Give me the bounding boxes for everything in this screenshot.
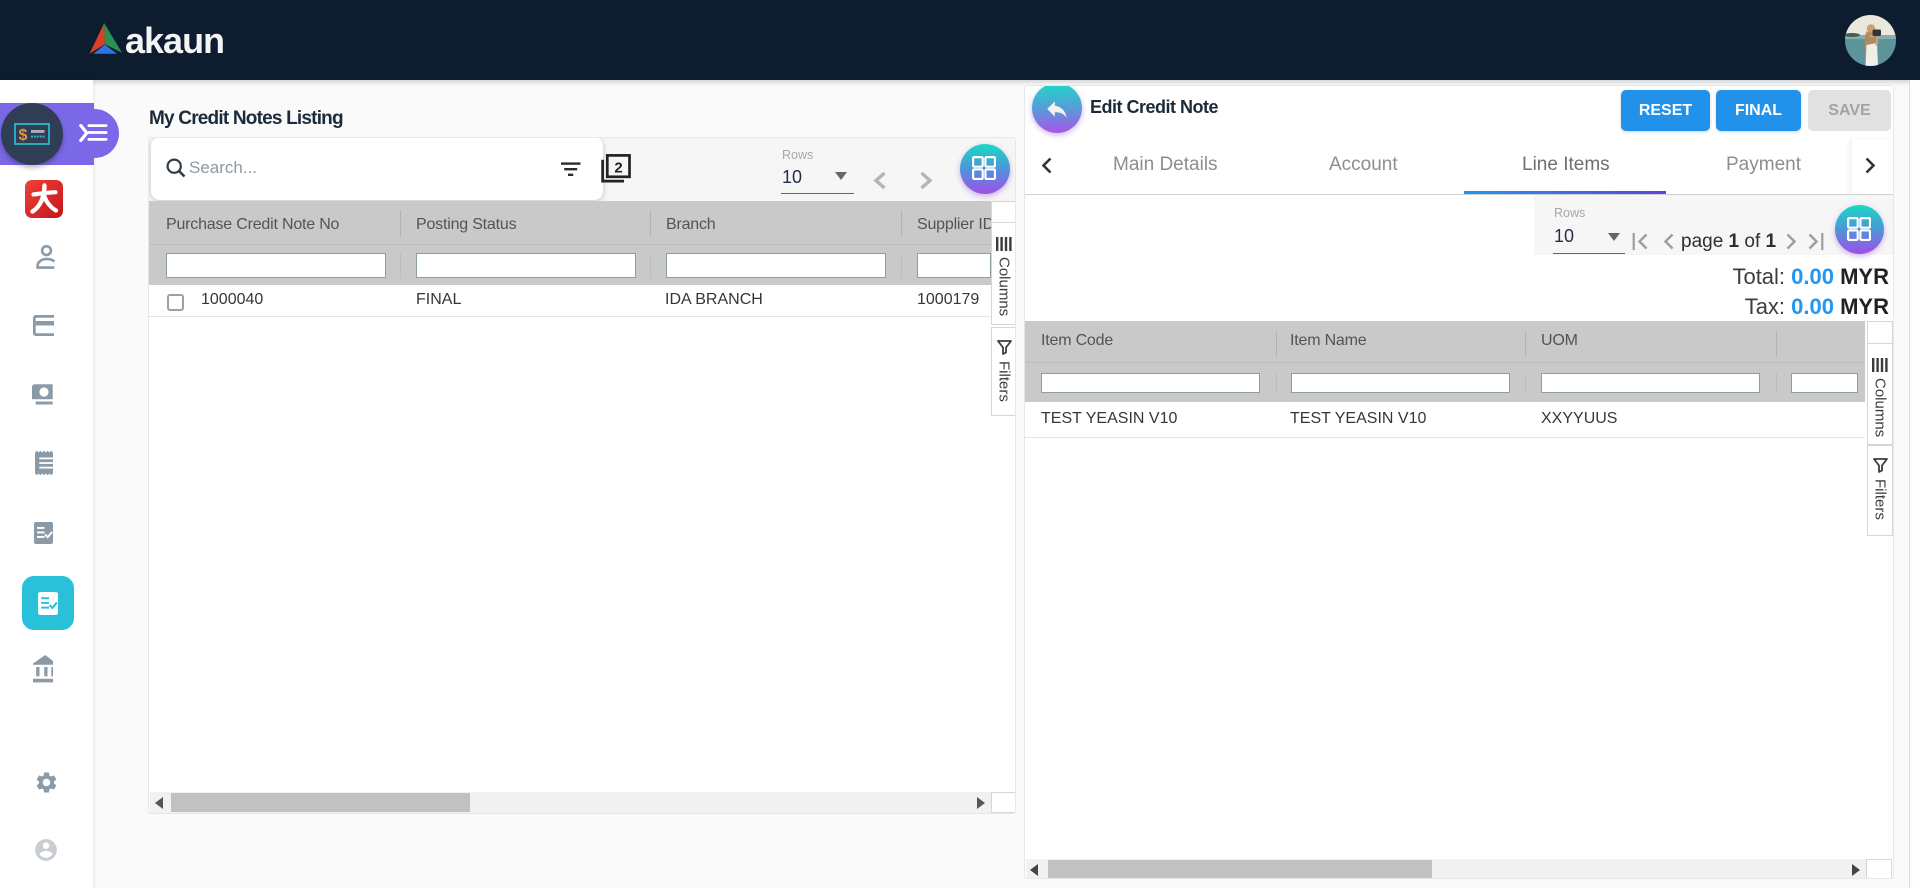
svg-text:2: 2 <box>614 159 622 176</box>
svg-text:$: $ <box>19 127 28 144</box>
